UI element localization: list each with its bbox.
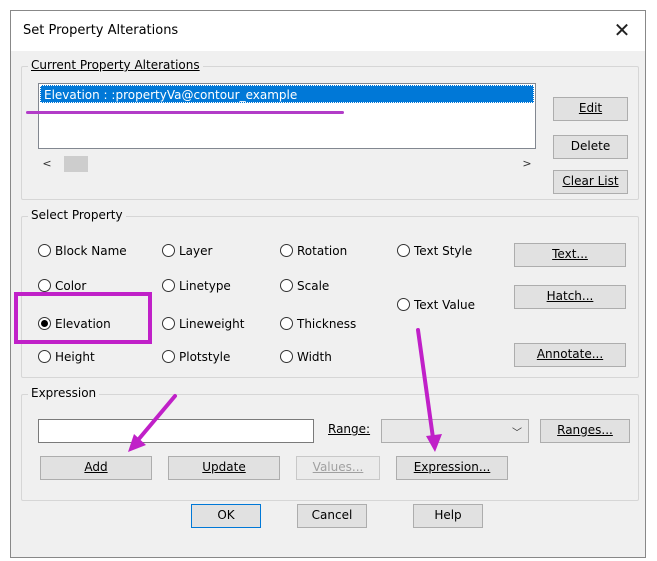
arrowhead-expression-icon: [426, 434, 442, 452]
arrow-to-expression: [416, 328, 435, 440]
arrow-to-add: [136, 394, 177, 442]
annotation-arrows: [128, 328, 442, 452]
